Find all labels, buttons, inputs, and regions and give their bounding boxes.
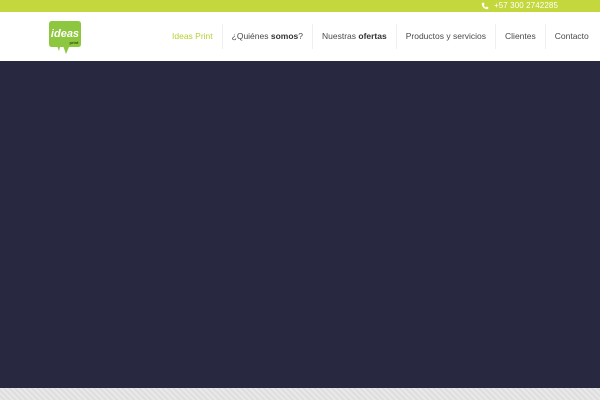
top-bar: +57 300 2742285: [0, 0, 600, 12]
nav-label-bold: somos: [270, 31, 299, 41]
footer-strip: [0, 388, 600, 400]
topbar-phone[interactable]: +57 300 2742285: [481, 0, 558, 12]
nav-item-clientes[interactable]: Clientes: [495, 24, 545, 49]
nav-label-pre: ¿Quiénes: [231, 31, 271, 41]
nav-label: Productos y servicios: [405, 31, 487, 41]
nav-label-pre: Nuestras: [322, 31, 359, 41]
nav-label: Contacto: [554, 31, 589, 41]
site-header: ideas print Ideas Print ¿Quiénes somos? …: [0, 12, 600, 61]
nav-item-contacto[interactable]: Contacto: [544, 24, 598, 49]
nav-label-bold: ofertas: [358, 31, 387, 41]
logo[interactable]: ideas print: [48, 19, 82, 55]
main-nav: Ideas Print ¿Quiénes somos? Nuestras ofe…: [163, 24, 598, 49]
logo-bubble: ideas print: [49, 21, 81, 54]
phone-number: +57 300 2742285: [493, 1, 558, 10]
phone-icon: [481, 2, 489, 10]
nav-item-ideas-print[interactable]: Ideas Print: [163, 24, 222, 49]
nav-item-quienes-somos[interactable]: ¿Quiénes somos?: [221, 24, 312, 49]
nav-item-nuestras-ofertas[interactable]: Nuestras ofertas: [312, 24, 396, 49]
nav-label: Ideas Print: [172, 31, 213, 41]
nav-label: Clientes: [505, 31, 536, 41]
nav-label-post: ?: [298, 31, 303, 41]
logo-text: ideas: [51, 28, 79, 40]
nav-item-productos-servicios[interactable]: Productos y servicios: [395, 24, 495, 49]
hero-banner: [0, 61, 600, 388]
logo-subtext: print: [70, 40, 80, 45]
